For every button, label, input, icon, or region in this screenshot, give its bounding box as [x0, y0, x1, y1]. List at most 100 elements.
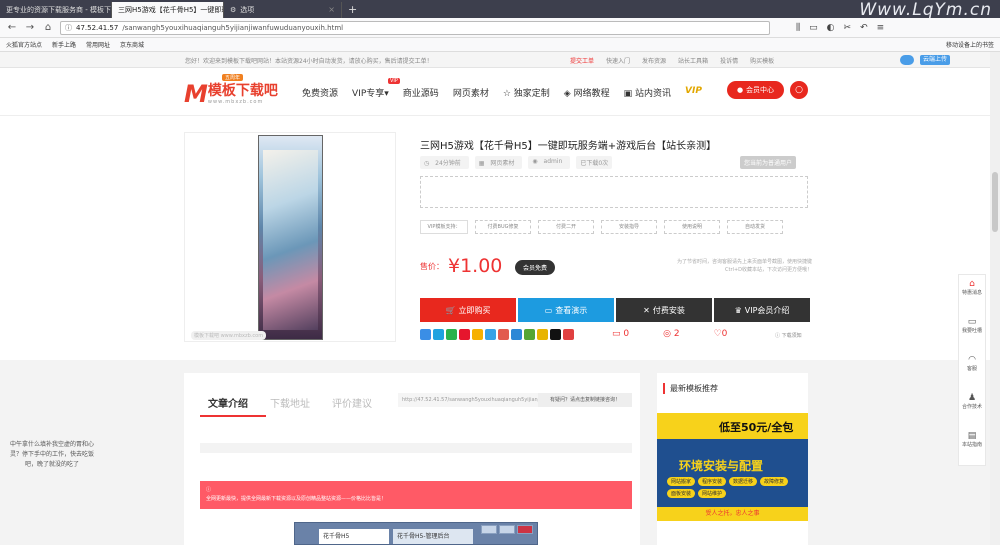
- chat-icon: ▭: [967, 317, 977, 327]
- scroll-thumb[interactable]: [992, 172, 998, 232]
- minimize-button[interactable]: [481, 525, 497, 534]
- extension-icon[interactable]: ◐: [827, 23, 835, 33]
- renren-icon[interactable]: [485, 329, 496, 340]
- url-host: 47.52.41.57: [76, 23, 119, 32]
- logo-name: 模板下载吧: [207, 83, 278, 99]
- menu-item[interactable]: ▣ 站内资讯: [624, 86, 671, 99]
- douban-icon[interactable]: [498, 329, 509, 340]
- button-label: VIP会员介绍: [744, 305, 790, 315]
- likes-count[interactable]: ♡0: [714, 329, 728, 339]
- new-tab-button[interactable]: +: [342, 2, 363, 18]
- screenshot-icon[interactable]: ✂: [844, 23, 852, 33]
- menu-icon[interactable]: ≡: [877, 23, 885, 33]
- floating-right-bar: ⌂ 特惠消息 ▭ 我要吐槽 ◠ 客服 ♟ 合作技术 ▤ 本站指南: [958, 274, 986, 466]
- kaixin-icon[interactable]: [511, 329, 522, 340]
- share-more-icon[interactable]: [420, 329, 431, 340]
- qq-icon[interactable]: [563, 329, 574, 340]
- info-icon[interactable]: ⓘ: [65, 23, 72, 33]
- price-label: 售价：: [420, 261, 444, 271]
- library-icon[interactable]: ⫼: [796, 23, 800, 33]
- paid-install-button[interactable]: ✕ 付费安装: [616, 298, 712, 322]
- menu-item[interactable]: 免费资源: [302, 86, 338, 99]
- close-button[interactable]: [517, 525, 533, 534]
- top-link[interactable]: 站长工具箱: [678, 56, 708, 65]
- top-link[interactable]: 提交工单: [570, 56, 594, 65]
- site-logo[interactable]: M 模板下载吧 www.mbxzb.com 五周年: [184, 74, 278, 106]
- bookmark-item[interactable]: 火狐官方站点: [6, 40, 42, 49]
- ad-pill: 面板安装: [667, 489, 696, 498]
- price-value: ¥1.00: [448, 255, 503, 277]
- maximize-button[interactable]: [499, 525, 515, 534]
- member-free-button[interactable]: 会员免费: [515, 260, 556, 275]
- buy-now-button[interactable]: 🛒 立即购买: [420, 298, 516, 322]
- home-icon[interactable]: ⌂: [42, 22, 54, 34]
- product-stats: ▭ 0 ◎ 2 ♡0: [612, 329, 727, 339]
- copy-link-button[interactable]: 有疑问？请点击复制链接咨询！: [538, 393, 632, 407]
- taskbar-window[interactable]: 花千骨H5-管理后台: [393, 529, 473, 544]
- float-item-guide[interactable]: ▤ 本站指南: [959, 427, 985, 465]
- service-tag: 付费BUG修复: [475, 220, 531, 234]
- huaban-icon[interactable]: [524, 329, 535, 340]
- view-demo-button[interactable]: ▭ 查看演示: [518, 298, 614, 322]
- bookmark-item[interactable]: 京东商城: [120, 40, 144, 49]
- undo-icon[interactable]: ↶: [860, 23, 868, 33]
- qzone-icon[interactable]: [433, 329, 444, 340]
- bookmark-item[interactable]: 常用网址: [86, 40, 110, 49]
- menu-item[interactable]: ◈ 网络教程: [564, 86, 610, 99]
- tab-article-intro[interactable]: 文章介绍: [208, 395, 248, 410]
- category-meta[interactable]: ▦ 网页素材: [474, 156, 523, 169]
- product-title: 三网H5游戏【花千骨H5】一键即玩服务端+游戏后台【站长亲测】: [420, 141, 717, 152]
- download-notice-link[interactable]: ⓘ 下载须知: [775, 332, 802, 339]
- forward-arrow-icon[interactable]: →: [24, 22, 36, 34]
- browser-tab-active[interactable]: 三网H5游戏【花千骨H5】一键即玩...×: [112, 2, 224, 18]
- taskbar-window[interactable]: 花千骨H5: [319, 529, 389, 544]
- menu-item-vip[interactable]: VIP专享▾ VIP: [352, 78, 400, 99]
- menu-item[interactable]: 网页素材: [453, 86, 489, 99]
- menu-item[interactable]: ☆ 独家定制: [503, 86, 550, 99]
- youdao-icon[interactable]: [537, 329, 548, 340]
- page-scrollbar[interactable]: [990, 52, 1000, 545]
- ad-pill: 网站维护: [698, 489, 727, 498]
- cloud-upload-button[interactable]: 云端上传: [920, 55, 950, 65]
- float-item-service[interactable]: ◠ 客服: [959, 351, 985, 389]
- book-icon: ▤: [967, 431, 977, 441]
- vip-intro-button[interactable]: ♛ VIP会员介绍: [714, 298, 810, 322]
- browser-tab[interactable]: ⚙ 选项 ×: [224, 2, 342, 18]
- recommend-sidebar: 最新模板推荐 低至50元/全包 环境安装与配置 网站搬家 程序安装 数据迁移 故…: [657, 373, 808, 545]
- browser-tab-bar: 更专业的资源下载服务商 - 模板下载吧 三网H5游戏【花千骨H5】一键即玩...…: [0, 0, 1000, 20]
- cloud-icon: [900, 55, 914, 65]
- url-bar[interactable]: ⓘ 47.52.41.57/sanwangh5youxihuaqianguh5y…: [60, 20, 770, 35]
- button-label: 查看演示: [555, 305, 588, 315]
- sidebar-icon[interactable]: ▭: [809, 23, 818, 33]
- diandian-icon[interactable]: [550, 329, 561, 340]
- sidebar-title: 最新模板推荐: [663, 383, 718, 394]
- menu-item[interactable]: 商业源码: [403, 86, 439, 99]
- wechat-icon[interactable]: [446, 329, 457, 340]
- tieba-icon[interactable]: [472, 329, 483, 340]
- top-link[interactable]: 发布资源: [642, 56, 666, 65]
- product-screenshot[interactable]: [258, 135, 323, 340]
- user-icon: ♟: [967, 393, 977, 403]
- top-link[interactable]: 购买模板: [750, 56, 774, 65]
- ad-banner[interactable]: 低至50元/全包 环境安装与配置 网站搬家 程序安装 数据迁移 故障修复 面板安…: [657, 413, 808, 521]
- tab-reviews[interactable]: 评价建议: [332, 395, 372, 410]
- comments-count[interactable]: ▭ 0: [612, 329, 629, 339]
- top-link[interactable]: 投诉情: [720, 56, 738, 65]
- float-item-deals[interactable]: ⌂ 特惠消息: [959, 275, 985, 313]
- mobile-bookmarks[interactable]: 移动设备上的书签: [946, 40, 994, 49]
- link-label: 下载须知: [781, 333, 802, 339]
- weibo-icon[interactable]: [459, 329, 470, 340]
- browser-tab[interactable]: 更专业的资源下载服务商 - 模板下载吧: [0, 2, 112, 18]
- product-desc-box: [420, 176, 808, 208]
- float-item-feedback[interactable]: ▭ 我要吐槽: [959, 313, 985, 351]
- vip-mark[interactable]: VIP: [685, 86, 702, 99]
- main-menu: 免费资源 VIP专享▾ VIP 商业源码 网页素材 ☆ 独家定制 ◈ 网络教程 ▣…: [302, 78, 702, 99]
- top-link[interactable]: 快速入门: [606, 56, 630, 65]
- tab-download[interactable]: 下载地址: [270, 395, 310, 410]
- close-icon[interactable]: ×: [328, 2, 335, 18]
- member-center-button[interactable]: ● 会员中心: [727, 81, 784, 99]
- search-icon[interactable]: ○: [790, 81, 808, 99]
- bookmark-item[interactable]: 新手上路: [52, 40, 76, 49]
- back-arrow-icon[interactable]: ←: [6, 22, 18, 34]
- float-item-cooperation[interactable]: ♟ 合作技术: [959, 389, 985, 427]
